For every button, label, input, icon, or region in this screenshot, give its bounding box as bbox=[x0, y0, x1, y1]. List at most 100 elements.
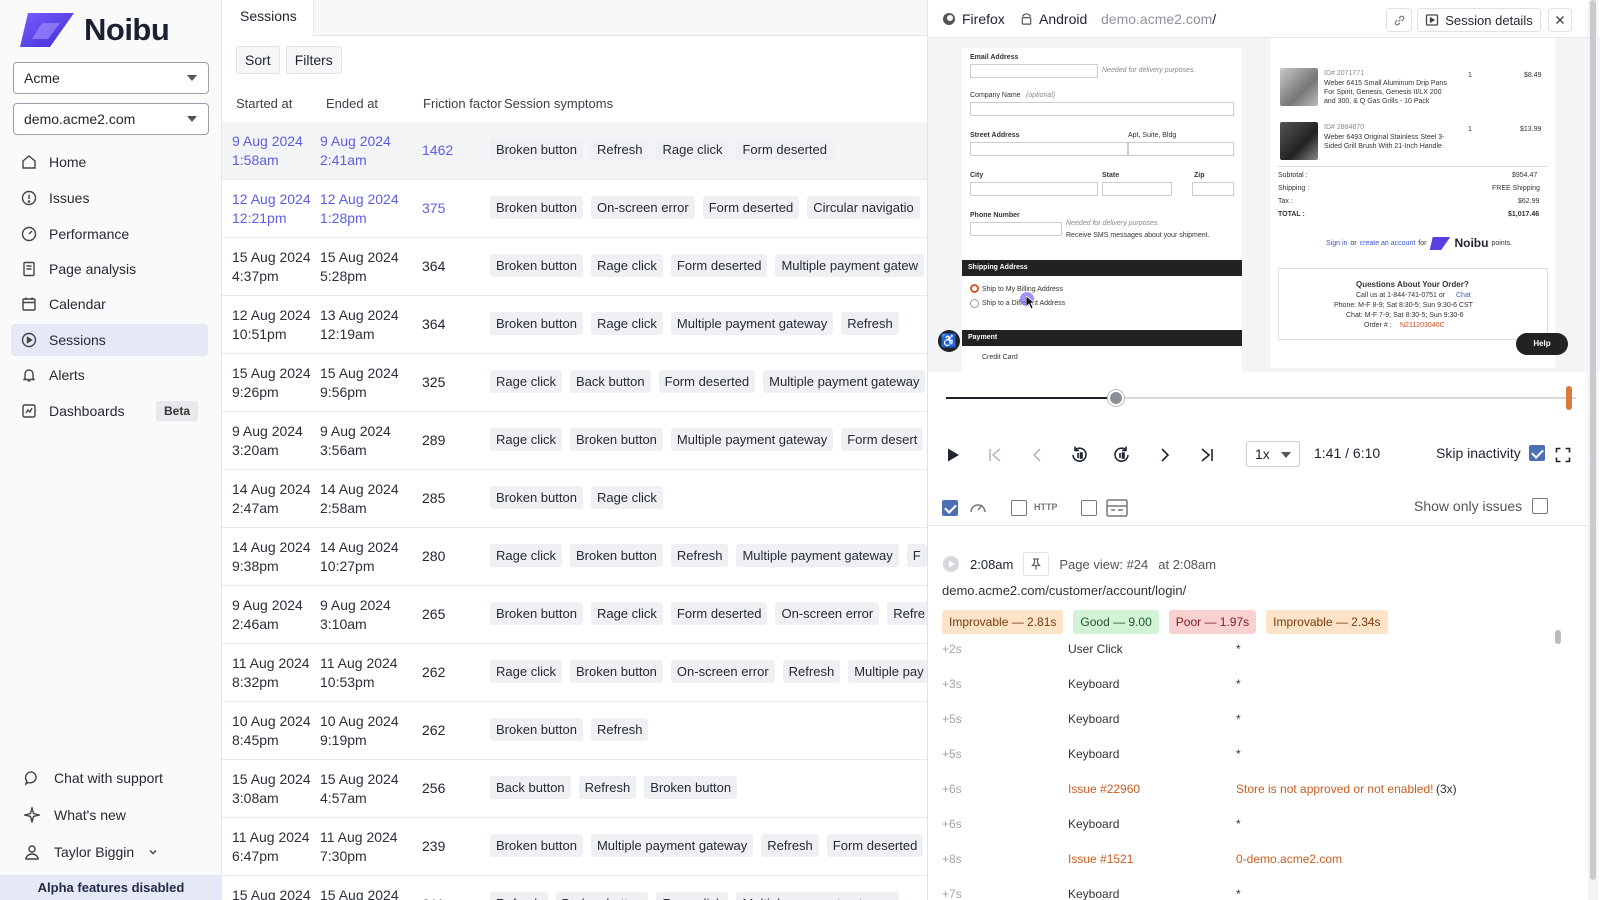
event-list-scrollbar[interactable] bbox=[1555, 630, 1561, 644]
event-row[interactable]: +5s Keyboard * bbox=[928, 747, 1600, 782]
symptom-tag[interactable]: Refresh bbox=[490, 892, 548, 900]
event-row[interactable]: +3s Keyboard * bbox=[928, 677, 1600, 712]
symptom-tag[interactable]: Broken button bbox=[490, 254, 583, 277]
http-filter-checkbox[interactable] bbox=[1011, 500, 1027, 516]
symptom-tag[interactable]: Broken button bbox=[644, 776, 738, 799]
whats-new-link[interactable]: What's new bbox=[24, 807, 126, 823]
issue-event-row[interactable]: +8s Issue #1521 0-demo.acme2.com bbox=[928, 852, 1600, 887]
symptom-tag[interactable]: Multiple payment gateway bbox=[590, 834, 754, 857]
symptom-tag[interactable]: Multiple payment gateway bbox=[670, 312, 834, 335]
recording-viewport[interactable]: Email Address Needed for delivery purpos… bbox=[928, 38, 1600, 372]
table-row[interactable]: 15 Aug 2024 3:08am 15 Aug 2024 4:57am 256 Bac… bbox=[222, 760, 927, 818]
event-row[interactable]: +5s Keyboard * bbox=[928, 712, 1600, 747]
nav-sessions[interactable]: Sessions bbox=[11, 324, 208, 356]
symptom-tag[interactable]: On-screen error bbox=[670, 660, 775, 683]
symptom-tag[interactable]: Refresh bbox=[782, 660, 841, 683]
symptom-tag[interactable]: Broken button bbox=[490, 138, 583, 161]
symptom-tag[interactable]: Broken button bbox=[569, 660, 663, 683]
symptom-tag[interactable]: On-screen error bbox=[775, 602, 880, 625]
symptom-tag[interactable]: Form deserted bbox=[826, 834, 924, 857]
issue-event-row[interactable]: +6s Issue #22960 Store is not approved or … bbox=[928, 782, 1600, 817]
symptom-tag[interactable]: Broken button bbox=[490, 834, 583, 857]
symptom-tag[interactable]: Form deserted bbox=[702, 196, 800, 219]
symptom-tag[interactable]: Form deserted bbox=[670, 602, 768, 625]
sort-button[interactable]: Sort bbox=[236, 46, 280, 74]
symptom-tag[interactable]: Broken button bbox=[569, 428, 663, 451]
show-only-issues-toggle[interactable]: Show only issues bbox=[1414, 498, 1549, 514]
brand-logo[interactable]: Noibu bbox=[20, 12, 170, 48]
symptom-tag[interactable]: Rage click bbox=[590, 254, 663, 277]
chat-with-support-link[interactable]: Chat with support bbox=[24, 770, 163, 786]
nav-performance[interactable]: Performance bbox=[11, 218, 208, 250]
symptom-tag[interactable]: Rage click bbox=[490, 428, 562, 451]
symptom-tag[interactable]: Back button bbox=[490, 776, 571, 799]
show-only-issues-checkbox[interactable] bbox=[1532, 498, 1549, 514]
symptom-tag[interactable]: Rage click bbox=[590, 312, 663, 335]
skip-inactivity-checkbox[interactable] bbox=[1528, 445, 1545, 461]
symptom-tag[interactable]: Circular navigatio bbox=[807, 196, 920, 219]
symptom-tag[interactable]: Rage click bbox=[590, 602, 663, 625]
nav-alerts[interactable]: Alerts bbox=[11, 359, 208, 391]
symptom-tag[interactable]: Rage click bbox=[590, 486, 663, 509]
event-name[interactable]: Issue #1521 bbox=[1068, 852, 1133, 866]
column-ended-at[interactable]: Ended at bbox=[326, 96, 378, 111]
nav-home[interactable]: Home bbox=[11, 146, 208, 178]
event-row[interactable]: +6s Keyboard * bbox=[928, 817, 1600, 852]
symptom-tag[interactable]: Rage click bbox=[656, 138, 729, 161]
event-row[interactable]: +7s Keyboard * bbox=[928, 887, 1600, 900]
web-vital-badge[interactable]: Poor — 1.97s bbox=[1168, 610, 1257, 634]
symptom-tag[interactable]: Form deserted bbox=[670, 254, 768, 277]
table-row[interactable]: 9 Aug 2024 2:46am 9 Aug 2024 3:10am 265 Broke… bbox=[222, 586, 927, 644]
skip-inactivity-toggle[interactable]: Skip inactivity bbox=[1436, 445, 1545, 461]
fast-forward-button[interactable] bbox=[1111, 444, 1133, 466]
table-row[interactable]: 14 Aug 2024 9:38pm 14 Aug 2024 10:27pm 280 Ra… bbox=[222, 528, 927, 586]
table-row[interactable]: 14 Aug 2024 2:47am 14 Aug 2024 2:58am 285 Bro… bbox=[222, 470, 927, 528]
skip-to-start-button[interactable] bbox=[984, 444, 1006, 466]
event-row[interactable]: +2s User Click * bbox=[928, 642, 1600, 677]
table-row[interactable]: 9 Aug 2024 1:58am 9 Aug 2024 2:41am 1462 Brok… bbox=[222, 122, 927, 180]
symptom-tag[interactable]: Multiple payment gateway bbox=[763, 370, 926, 393]
table-row[interactable]: 15 Aug 2024 15 Aug 2024 211 Refresh Broken b… bbox=[222, 876, 927, 900]
symptom-tag[interactable]: Refresh bbox=[590, 138, 649, 161]
symptom-tag[interactable]: Broken button bbox=[490, 718, 583, 741]
symptom-tag[interactable]: Rage click bbox=[490, 660, 562, 683]
panel-scrollbar-thumb[interactable] bbox=[1590, 0, 1596, 880]
symptom-tag[interactable]: Refresh bbox=[841, 312, 899, 335]
performance-filter-checkbox[interactable] bbox=[942, 500, 958, 516]
table-row[interactable]: 10 Aug 2024 8:45pm 10 Aug 2024 9:19pm 262 Bro… bbox=[222, 702, 927, 760]
playback-speed-select[interactable]: 1x bbox=[1246, 441, 1300, 467]
symptom-tag[interactable]: Rage click bbox=[656, 892, 729, 900]
symptom-tag[interactable]: Broken button bbox=[490, 312, 583, 335]
symptom-tag[interactable]: Multiple pay bbox=[848, 660, 927, 683]
filters-button[interactable]: Filters bbox=[285, 46, 342, 74]
column-session-symptoms[interactable]: Session symptoms bbox=[504, 96, 613, 111]
tab-sessions[interactable]: Sessions bbox=[222, 0, 314, 37]
table-row[interactable]: 15 Aug 2024 9:26pm 15 Aug 2024 9:56pm 325 Rag… bbox=[222, 354, 927, 412]
page-view-url[interactable]: demo.acme2.com/customer/account/login/ bbox=[942, 583, 1186, 598]
symptom-tag[interactable]: Broken button bbox=[569, 544, 663, 567]
table-row[interactable]: 11 Aug 2024 6:47pm 11 Aug 2024 7:30pm 239 Bro… bbox=[222, 818, 927, 876]
symptom-tag[interactable]: Refresh bbox=[578, 776, 637, 799]
symptom-tag[interactable]: Multiple payment gateway bbox=[670, 428, 834, 451]
console-filter-checkbox[interactable] bbox=[1081, 500, 1097, 516]
symptom-tag[interactable]: Rage click bbox=[490, 544, 562, 567]
next-button[interactable] bbox=[1154, 444, 1176, 466]
symptom-tag[interactable]: Broken button bbox=[490, 602, 583, 625]
symptom-tag[interactable]: Form desert bbox=[841, 428, 924, 451]
timeline-thumb[interactable] bbox=[1108, 390, 1125, 406]
table-row[interactable]: 12 Aug 2024 10:51pm 13 Aug 2024 12:19am 364 B… bbox=[222, 296, 927, 354]
timeline-track[interactable] bbox=[946, 390, 1576, 406]
panel-scrollbar[interactable] bbox=[1588, 0, 1598, 900]
symptom-tag[interactable]: Broken button bbox=[555, 892, 649, 900]
table-row[interactable]: 11 Aug 2024 8:32pm 11 Aug 2024 10:53pm 262 Ra… bbox=[222, 644, 927, 702]
skip-to-end-button[interactable] bbox=[1196, 444, 1218, 466]
nav-dashboards[interactable]: Dashboards Beta bbox=[11, 395, 208, 427]
symptom-tag[interactable]: Broken button bbox=[490, 486, 583, 509]
symptom-tag[interactable]: Broken button bbox=[490, 196, 583, 219]
symptom-tag[interactable]: Refresh bbox=[761, 834, 819, 857]
symptom-tag[interactable]: Form deserted bbox=[736, 138, 833, 161]
column-started-at[interactable]: Started at bbox=[236, 96, 292, 111]
column-friction-factor[interactable]: Friction factor bbox=[423, 96, 502, 111]
table-row[interactable]: 12 Aug 2024 12:21pm 12 Aug 2024 1:28pm 375 Br… bbox=[222, 180, 927, 238]
rewind-button[interactable] bbox=[1068, 444, 1090, 466]
